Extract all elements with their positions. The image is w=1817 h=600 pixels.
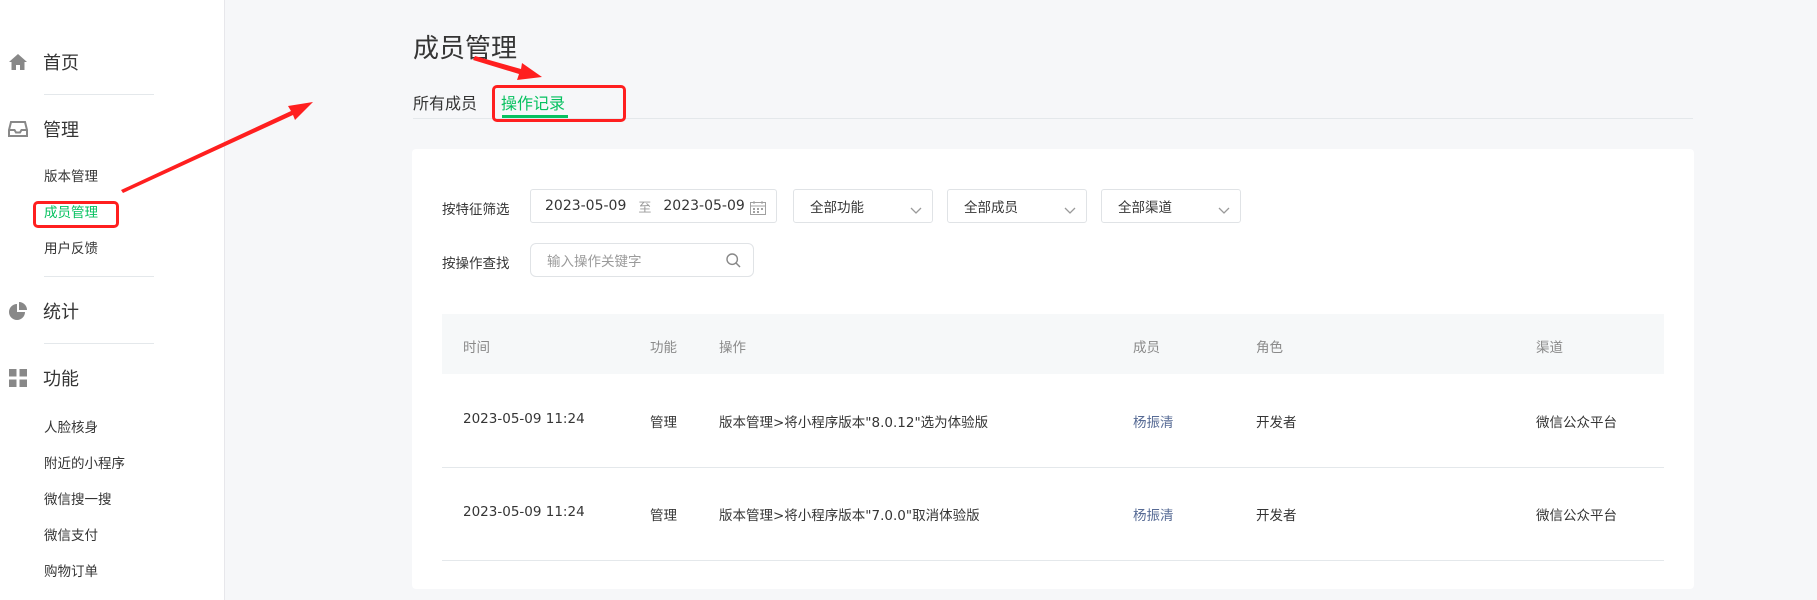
date-start[interactable]: 2023-05-09	[545, 198, 626, 214]
highlight-box	[33, 201, 119, 228]
member-select[interactable]: 全部成员	[947, 189, 1087, 223]
nav-features-label: 功能	[43, 369, 79, 390]
nav-features[interactable]: 功能	[0, 363, 79, 393]
feature-filter-label: 按特征筛选	[442, 202, 510, 218]
cell-function: 管理	[650, 415, 677, 431]
nav-home[interactable]: 首页	[0, 47, 79, 77]
cell-operation: 版本管理>将小程序版本"7.0.0"取消体验版	[719, 508, 980, 524]
channel-select-value: 全部渠道	[1118, 200, 1172, 216]
home-icon	[5, 49, 31, 75]
table-row: 2023-05-09 11:24 管理 版本管理>将小程序版本"7.0.0"取消…	[442, 467, 1664, 561]
divider	[44, 343, 154, 344]
chevron-down-icon	[1064, 200, 1076, 219]
member-select-value: 全部成员	[964, 200, 1018, 216]
tab-all-members[interactable]: 所有成员	[413, 90, 477, 114]
calendar-icon	[750, 200, 766, 219]
cell-time: 2023-05-09 11:24	[463, 411, 585, 427]
col-member: 成员	[1133, 340, 1160, 356]
date-end[interactable]: 2023-05-09	[663, 198, 744, 214]
search-input[interactable]: 输入操作关键字	[547, 250, 642, 270]
cell-channel: 微信公众平台	[1536, 415, 1617, 431]
cell-function: 管理	[650, 508, 677, 524]
table-header: 时间 功能 操作 成员 角色 渠道	[442, 314, 1664, 374]
nav-stats[interactable]: 统计	[0, 296, 79, 326]
sidebar-item-shopping-orders[interactable]: 购物订单	[44, 562, 98, 582]
chevron-down-icon	[910, 200, 922, 219]
sidebar-item-user-feedback[interactable]: 用户反馈	[44, 239, 98, 259]
chevron-down-icon	[1218, 200, 1230, 219]
col-channel: 渠道	[1536, 340, 1563, 356]
cell-role: 开发者	[1256, 508, 1297, 524]
search-label: 按操作查找	[442, 256, 510, 272]
sidebar-item-version-manage[interactable]: 版本管理	[44, 167, 98, 187]
cell-time: 2023-05-09 11:24	[463, 504, 585, 520]
col-time: 时间	[463, 340, 490, 356]
grid-icon	[5, 365, 31, 391]
date-range-picker[interactable]: 2023-05-09 至 2023-05-09	[530, 189, 777, 223]
table-row: 2023-05-09 11:24 管理 版本管理>将小程序版本"8.0.12"选…	[442, 374, 1664, 468]
channel-select[interactable]: 全部渠道	[1101, 189, 1241, 223]
cell-channel: 微信公众平台	[1536, 508, 1617, 524]
function-select[interactable]: 全部功能	[793, 189, 933, 223]
divider	[44, 276, 154, 277]
page-title: 成员管理	[413, 34, 518, 64]
nav-home-label: 首页	[43, 53, 79, 74]
cell-role: 开发者	[1256, 415, 1297, 431]
sidebar-item-nearby-mini-program[interactable]: 附近的小程序	[44, 454, 125, 474]
sidebar-item-wechat-search[interactable]: 微信搜一搜	[44, 490, 112, 510]
date-separator: 至	[638, 200, 652, 216]
col-operation: 操作	[719, 340, 746, 356]
cell-operation: 版本管理>将小程序版本"8.0.12"选为体验版	[719, 415, 989, 431]
function-select-value: 全部功能	[810, 200, 864, 216]
nav-manage[interactable]: 管理	[0, 114, 79, 144]
col-function: 功能	[650, 340, 677, 356]
operation-search-box[interactable]: 输入操作关键字	[530, 243, 754, 277]
cell-member-link[interactable]: 杨振清	[1133, 504, 1174, 524]
nav-stats-label: 统计	[43, 302, 79, 323]
sidebar: 首页 管理 版本管理 成员管理 用户反馈 统计 功能 人脸核身 附近的小程序 微…	[0, 0, 225, 600]
inbox-icon	[5, 116, 31, 142]
divider	[44, 94, 154, 95]
nav-manage-label: 管理	[43, 120, 79, 141]
search-icon[interactable]	[726, 253, 741, 272]
col-role: 角色	[1256, 340, 1283, 356]
highlight-box	[492, 85, 626, 122]
sidebar-item-wechat-pay[interactable]: 微信支付	[44, 526, 98, 546]
cell-member-link[interactable]: 杨振清	[1133, 411, 1174, 431]
pie-chart-icon	[5, 298, 31, 324]
sidebar-item-face-verify[interactable]: 人脸核身	[44, 418, 98, 438]
